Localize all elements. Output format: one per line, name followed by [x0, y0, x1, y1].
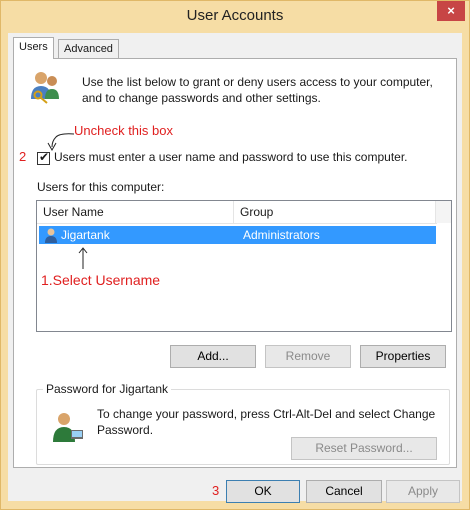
select-username-annotation: 1.Select Username	[41, 272, 161, 288]
apply-button[interactable]: Apply	[386, 480, 460, 503]
list-header-scroll-corner	[435, 201, 451, 223]
password-groupbox: Password for Jigartank To change your pa…	[36, 382, 450, 465]
tab-advanced[interactable]: Advanced	[58, 39, 119, 58]
step2-number: 2	[19, 149, 27, 164]
checkmark-icon: ✔	[39, 150, 50, 164]
reset-password-button[interactable]: Reset Password...	[291, 437, 437, 460]
row-username: Jigartank	[61, 228, 110, 242]
require-password-checkbox[interactable]: ✔	[37, 150, 50, 165]
list-row-jigartank[interactable]: Jigartank Administrators	[39, 226, 436, 244]
step3-number: 3	[212, 483, 220, 498]
uncheck-annotation: Uncheck this box	[74, 123, 173, 138]
require-password-label[interactable]: Users must enter a user name and passwor…	[54, 150, 408, 164]
title-bar[interactable]: User Accounts ×	[1, 1, 469, 33]
users-list[interactable]: User Name Group Jigartank Administrators	[36, 200, 452, 332]
column-header-group[interactable]: Group	[234, 201, 438, 223]
password-group-legend: Password for Jigartank	[43, 382, 172, 396]
row-group: Administrators	[243, 228, 320, 242]
window-title: User Accounts	[186, 7, 284, 24]
users-tab-panel: Use the list below to grant or deny user…	[13, 58, 457, 468]
remove-user-button[interactable]: Remove	[265, 345, 351, 368]
password-instructions: To change your password, press Ctrl-Alt-…	[97, 407, 436, 437]
dialog-client-area: Users Advanced Use the list below to gra…	[8, 33, 462, 503]
annotation-up-arrow-icon	[78, 247, 88, 269]
user-accounts-window: User Accounts × Users Advanced Use the l…	[0, 0, 470, 510]
properties-button[interactable]: Properties	[360, 345, 446, 368]
user-icon	[43, 227, 59, 243]
user-password-icon	[51, 410, 85, 444]
column-header-username[interactable]: User Name	[37, 201, 234, 223]
add-user-button[interactable]: Add...	[170, 345, 256, 368]
close-button[interactable]: ×	[437, 1, 465, 21]
users-section-label: Users for this computer:	[37, 180, 165, 194]
ok-button[interactable]: OK	[226, 480, 300, 503]
tab-users[interactable]: Users	[13, 37, 54, 59]
intro-text: Use the list below to grant or deny user…	[82, 75, 433, 105]
users-keys-icon	[28, 69, 64, 105]
cancel-button[interactable]: Cancel	[306, 480, 382, 503]
list-header: User Name Group	[37, 201, 438, 224]
